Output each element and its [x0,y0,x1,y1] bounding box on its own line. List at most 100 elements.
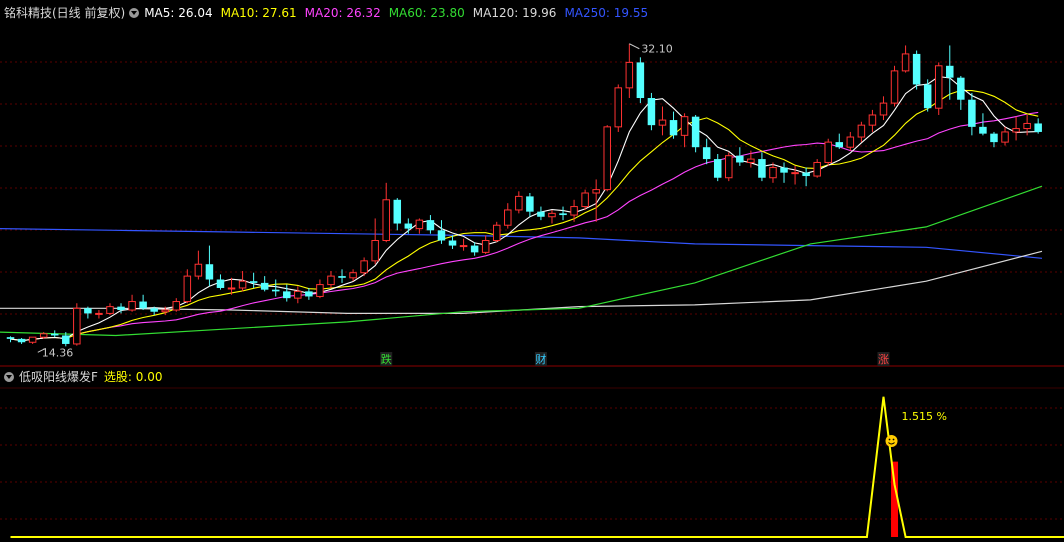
candle [17,338,26,344]
ma-legend-item: MA10: 27.61 [220,6,297,20]
candle [492,221,501,243]
candle [106,303,114,316]
candle-body [868,114,877,126]
smiley-eye [892,438,895,441]
candle-body [106,306,114,314]
candle-body [183,275,192,303]
candle-body [504,209,512,226]
candle-body [39,333,48,338]
candle [128,294,136,312]
ma120-line [0,250,1043,314]
candle [426,215,435,234]
candle-body [968,99,976,127]
candle [50,330,59,338]
candle-body [227,287,236,290]
event-marker: 财 [535,352,546,366]
ma-legend-item: MA60: 23.80 [388,6,465,20]
candle [802,167,810,187]
candle [581,189,589,210]
event-marker: 涨 [878,353,889,366]
ma20-line [10,111,1039,342]
candle-body [1034,123,1042,132]
candle-body [1023,122,1031,130]
candle-body [448,240,457,246]
high-price-label: 32.10 [641,43,673,56]
ma-legend-item: MA120: 19.96 [472,6,557,20]
select-value: : 0.00 [127,370,163,384]
candle-body [636,62,645,99]
candle [393,198,402,231]
candle [515,191,523,214]
ma-legend-item: MA5: 26.04 [144,6,213,20]
candle [835,133,844,149]
candle-body [360,260,368,274]
candle-body [6,337,15,339]
candle [260,276,269,292]
candle [459,238,468,251]
candle-body [658,119,667,126]
candle [504,203,512,229]
candle [603,125,611,192]
candle-body [526,196,534,212]
candle [172,298,181,312]
candle-body [205,264,214,280]
candle [780,162,788,183]
signal-percent-label: 1.515 % [902,410,947,423]
candle [437,220,446,244]
candle [691,114,700,153]
indicator-name[interactable]: 低吸阳线爆发F [19,368,98,386]
candle [901,45,910,73]
ma-legend-item: MA250: 19.55 [564,6,649,20]
smiley-icon [885,435,898,447]
candle-body [647,98,656,126]
candle-body [271,289,280,292]
candle [890,65,899,107]
candle [338,269,346,283]
candle-body [150,308,158,312]
candle-body [802,172,810,177]
candle [1034,118,1042,134]
candle-body [923,84,932,109]
candle [95,310,103,319]
candle-body [537,211,545,217]
candle-body [548,212,556,218]
candle-body [294,290,302,299]
candle [968,92,976,136]
candle-body [713,159,722,178]
candle-body [95,312,103,315]
candle-body [73,307,81,345]
stock-chart: 32.10 14.36 跌 财 涨 1.515 % [0,43,1064,538]
ma10-line [10,89,1039,342]
candle-body [846,136,855,148]
candle [481,235,490,255]
candle-body [62,335,70,344]
candle [382,182,390,243]
candle-body [426,220,435,231]
candle [912,50,921,90]
candle [526,193,534,217]
candle-body [305,291,313,297]
candle-body [260,282,269,290]
candle [857,121,866,143]
candle [658,106,667,136]
dropdown-circle-icon[interactable] [4,372,14,382]
stock-title[interactable]: 铭科精技(日线 前复权) [4,4,125,22]
candle-body [890,70,899,104]
candle-body [415,219,424,230]
dropdown-circle-icon[interactable] [129,8,140,18]
select-label: 选股 [103,370,128,384]
candle-body [216,279,225,288]
low-price-label: 14.36 [42,346,74,359]
candle [183,269,192,304]
candle-body [835,142,844,148]
candle-body [990,133,998,143]
candle-body [1001,131,1009,143]
candle-body [614,87,623,128]
candle [371,218,379,265]
candle-body [946,65,954,78]
candle [614,84,623,132]
candle-body [603,126,611,191]
candle-body [570,206,578,216]
candle [946,45,954,100]
candle-body [28,336,37,343]
